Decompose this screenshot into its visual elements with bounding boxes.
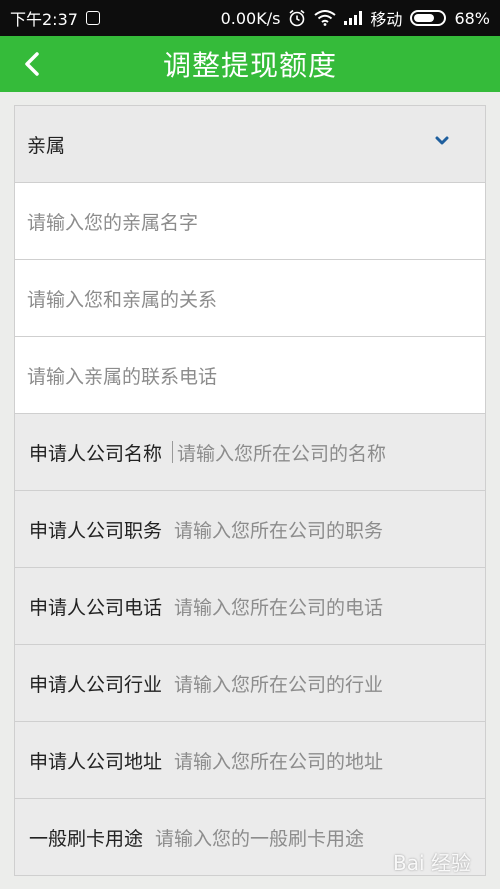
- chevron-down-icon: [435, 136, 449, 145]
- company-industry-label: 申请人公司行业: [29, 673, 163, 696]
- relative-name-placeholder: 请输入您的亲属名字: [27, 211, 199, 234]
- company-position-label: 申请人公司职务: [29, 519, 163, 542]
- alarm-icon: [289, 9, 305, 27]
- notification-icon: [85, 11, 100, 25]
- back-button[interactable]: [14, 46, 50, 82]
- company-name-field[interactable]: 请输入您所在公司的名称: [177, 439, 386, 466]
- company-name-label: 申请人公司名称: [29, 442, 163, 465]
- company-position-row: 申请人公司职务 请输入您所在公司的职务: [15, 491, 485, 568]
- company-industry-row: 申请人公司行业 请输入您所在公司的行业: [15, 645, 485, 722]
- company-phone-row: 申请人公司电话 请输入您所在公司的电话: [15, 568, 485, 645]
- battery-level: 68%: [454, 8, 490, 28]
- signal-icon: [344, 11, 363, 25]
- company-position-field[interactable]: 请输入您所在公司的职务: [174, 516, 383, 543]
- relative-select-label: 亲属: [27, 134, 66, 157]
- text-cursor: [172, 441, 174, 463]
- wifi-icon: [314, 10, 337, 26]
- company-address-row: 申请人公司地址 请输入您所在公司的地址: [15, 722, 485, 799]
- relative-phone-field[interactable]: 请输入亲属的联系电话: [15, 337, 485, 414]
- company-phone-field[interactable]: 请输入您所在公司的电话: [174, 593, 383, 620]
- relationship-field[interactable]: 请输入您和亲属的关系: [15, 260, 485, 337]
- company-address-label: 申请人公司地址: [29, 750, 163, 773]
- card-usage-label: 一般刷卡用途: [29, 827, 144, 850]
- status-time: 下午2:37: [10, 10, 78, 29]
- battery-icon: [410, 10, 447, 26]
- chevron-left-icon: [25, 52, 39, 76]
- relative-select[interactable]: 亲属: [15, 106, 485, 183]
- card-usage-field[interactable]: 请输入您的一般刷卡用途: [155, 824, 364, 851]
- company-name-row: 申请人公司名称 请输入您所在公司的名称: [15, 414, 485, 491]
- relative-phone-placeholder: 请输入亲属的联系电话: [27, 365, 218, 388]
- watermark-logo: Bai 经验: [393, 850, 471, 875]
- carrier-name: 移动: [370, 10, 403, 29]
- network-speed: 0.00K/s: [220, 8, 281, 28]
- company-phone-label: 申请人公司电话: [29, 596, 163, 619]
- company-address-field[interactable]: 请输入您所在公司的地址: [174, 747, 383, 774]
- company-industry-field[interactable]: 请输入您所在公司的行业: [174, 670, 383, 697]
- page-title: 调整提现额度: [162, 49, 337, 82]
- app-header: 调整提现额度: [0, 36, 500, 92]
- relationship-placeholder: 请输入您和亲属的关系: [27, 288, 218, 311]
- withdraw-limit-form: 亲属 请输入您的亲属名字 请输入您和亲属的关系 请输入亲属的联系电话 申请人公司…: [14, 105, 486, 876]
- status-bar: 下午2:37 0.00K/s 移动 68%: [0, 0, 500, 36]
- relative-name-field[interactable]: 请输入您的亲属名字: [15, 183, 485, 260]
